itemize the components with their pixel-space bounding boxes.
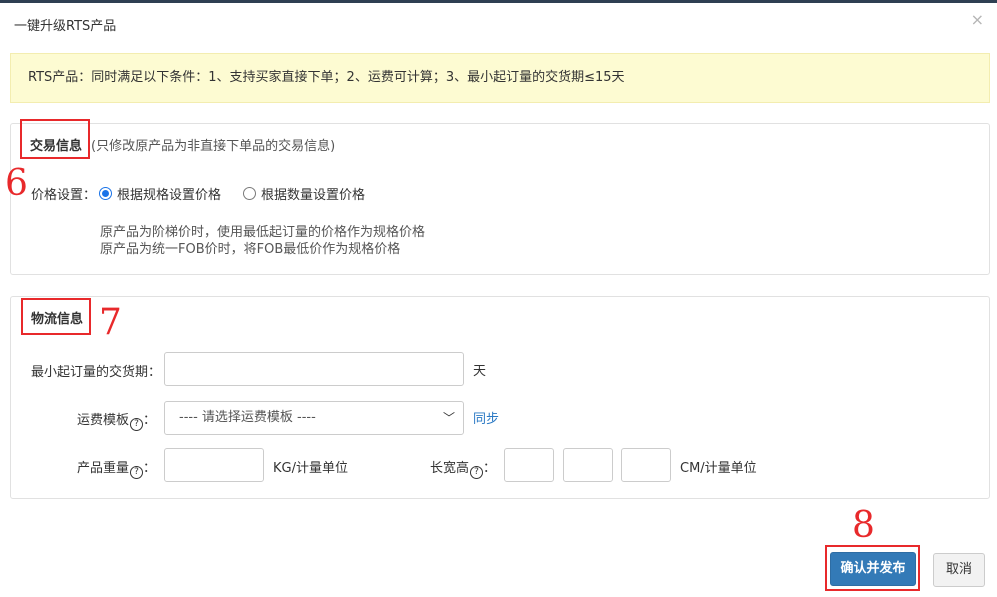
shipping-template-select[interactable]: ---- 请选择运费模板 ---- ﹀	[164, 401, 464, 435]
close-icon[interactable]: ×	[971, 10, 984, 29]
radio-selected-icon	[99, 187, 112, 200]
radio-price-by-quantity-label: 根据数量设置价格	[261, 188, 366, 203]
dimensions-unit: CM/计量单位	[680, 461, 757, 476]
price-setting-label: 价格设置：	[31, 188, 97, 203]
radio-unselected-icon	[243, 187, 256, 200]
logistics-info-panel: 物流信息 7 最小起订量的交货期： 天 运费模板?： ---- 请选择运费模板 …	[10, 296, 990, 499]
price-hint-fob: 原产品为统一FOB价时，将FOB最低价作为规格价格	[100, 242, 401, 257]
help-icon[interactable]: ?	[130, 466, 144, 479]
dimensions-label: 长宽高?：	[430, 461, 497, 479]
lead-time-input[interactable]	[164, 352, 464, 386]
help-icon[interactable]: ?	[470, 466, 484, 479]
chevron-down-icon: ﹀	[442, 411, 455, 425]
confirm-publish-button[interactable]: 确认并发布	[830, 552, 916, 586]
help-icon[interactable]: ?	[130, 418, 144, 431]
cancel-button[interactable]: 取消	[933, 553, 985, 587]
radio-price-by-spec-label: 根据规格设置价格	[117, 188, 222, 203]
price-hint-tiered: 原产品为阶梯价时，使用最低起订量的价格作为规格价格	[100, 225, 426, 240]
rts-notice-text: RTS产品：同时满足以下条件：1、支持买家直接下单；2、运费可计算；3、最小起订…	[28, 70, 625, 85]
length-input[interactable]	[504, 448, 554, 482]
dialog-title: 一键升级RTS产品	[14, 19, 117, 34]
logistics-info-title: 物流信息	[31, 312, 84, 327]
radio-price-by-spec[interactable]: 根据规格设置价格	[99, 184, 221, 203]
sync-link[interactable]: 同步	[473, 408, 499, 427]
shipping-template-label: 运费模板?：	[77, 413, 157, 431]
lead-time-unit: 天	[473, 364, 487, 379]
annotation-number-8: 8	[852, 505, 875, 546]
width-input[interactable]	[563, 448, 613, 482]
radio-price-by-quantity[interactable]: 根据数量设置价格	[243, 184, 365, 203]
annotation-number-6: 6	[5, 163, 28, 204]
top-accent-bar	[0, 0, 997, 3]
weight-input[interactable]	[164, 448, 264, 482]
height-input[interactable]	[621, 448, 671, 482]
product-weight-label: 产品重量?：	[77, 461, 157, 479]
weight-unit: KG/计量单位	[273, 461, 348, 476]
trade-info-panel: 交易信息 (只修改原产品为非直接下单品的交易信息) 6 价格设置： 根据规格设置…	[5, 119, 990, 275]
trade-info-note: (只修改原产品为非直接下单品的交易信息)	[91, 139, 336, 154]
annotation-number-7: 7	[99, 302, 122, 343]
shipping-template-selected: ---- 请选择运费模板 ----	[179, 410, 316, 425]
rts-notice: RTS产品：同时满足以下条件：1、支持买家直接下单；2、运费可计算；3、最小起订…	[10, 53, 990, 103]
trade-info-title: 交易信息	[30, 139, 83, 154]
lead-time-label: 最小起订量的交货期：	[31, 365, 162, 380]
